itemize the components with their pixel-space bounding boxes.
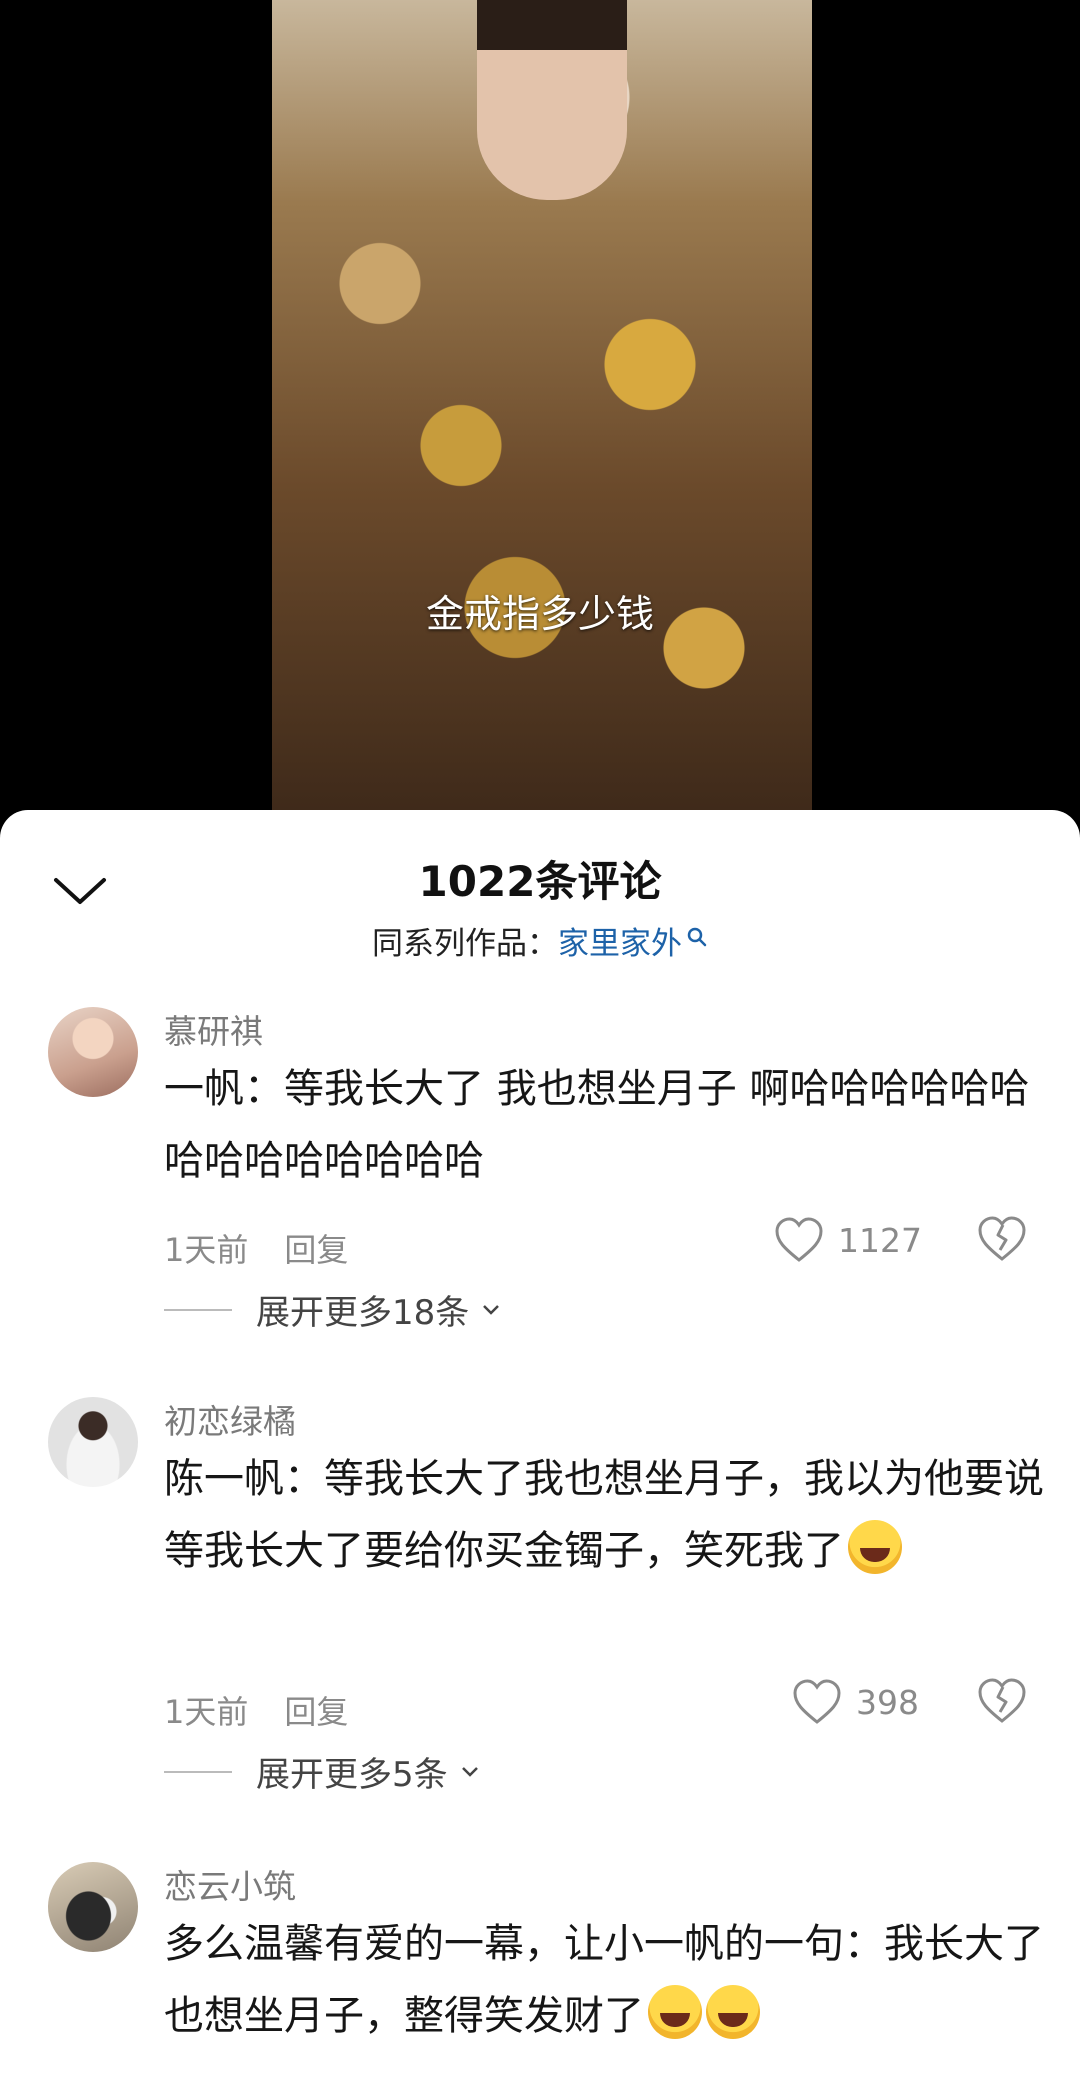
like-count: 398	[856, 1682, 919, 1722]
crying-laughing-emoji-icon	[706, 1985, 760, 2039]
series-row: 同系列作品：家里家外	[0, 918, 1080, 963]
divider-line	[164, 1308, 232, 1311]
avatar[interactable]	[48, 1007, 138, 1097]
video-player[interactable]: 金戒指多少钱	[0, 0, 1080, 830]
chevron-down-icon	[483, 1304, 500, 1315]
comment-meta: 1天前 回复	[164, 1687, 384, 1733]
comment-username[interactable]: 慕研祺	[164, 1005, 263, 1053]
heart-icon	[775, 1217, 823, 1262]
expand-replies-button[interactable]: 展开更多18条	[164, 1285, 503, 1334]
chevron-down-icon	[461, 1766, 478, 1777]
reply-button[interactable]: 回复	[284, 1693, 348, 1731]
heart-icon	[793, 1679, 841, 1724]
comment-count-title: 1022条评论	[418, 857, 662, 906]
actress-head	[477, 0, 627, 200]
search-icon	[687, 927, 707, 947]
comment-username[interactable]: 初恋绿橘	[164, 1395, 296, 1443]
expand-replies-button[interactable]: 展开更多5条	[164, 1747, 482, 1796]
video-frame	[272, 0, 812, 810]
laughing-tears-emoji-icon	[848, 1520, 902, 1574]
avatar[interactable]	[48, 1397, 138, 1487]
reply-button[interactable]: 回复	[284, 1231, 348, 1269]
crying-laughing-emoji-icon	[648, 1985, 702, 2039]
like-button[interactable]: 1127	[774, 1217, 922, 1263]
comment-meta: 1天前 回复	[164, 1225, 384, 1271]
avatar[interactable]	[48, 1862, 138, 1952]
video-subtitle: 金戒指多少钱	[425, 592, 654, 636]
series-label: 同系列作品：	[372, 926, 558, 962]
broken-heart-icon[interactable]	[976, 1675, 1028, 1727]
comment-text: 陈一帆：等我长大了我也想坐月子，我以为他要说等我长大了要给你买金镯子，笑死我了	[164, 1456, 1044, 1574]
comment-username[interactable]: 恋云小筑	[164, 1860, 296, 1908]
comment-time: 1天前	[164, 1693, 249, 1731]
comment-time: 1天前	[164, 1231, 249, 1269]
comments-sheet: 1022条评论 同系列作品：家里家外 慕研祺 一帆：等我长大了 我也想坐月子 啊…	[0, 810, 1080, 2084]
like-button[interactable]: 398	[792, 1679, 919, 1725]
broken-heart-icon[interactable]	[976, 1213, 1028, 1265]
comment-text: 多么温馨有爱的一幕，让小一帆的一句：我长大了也想坐月子，整得笑发财了	[164, 1921, 1044, 2039]
divider-line	[164, 1770, 232, 1773]
like-count: 1127	[838, 1220, 922, 1260]
series-link[interactable]: 家里家外	[558, 926, 708, 962]
comment-text: 一帆：等我长大了 我也想坐月子 啊哈哈哈哈哈哈哈哈哈哈哈哈哈哈	[164, 1066, 1030, 1184]
